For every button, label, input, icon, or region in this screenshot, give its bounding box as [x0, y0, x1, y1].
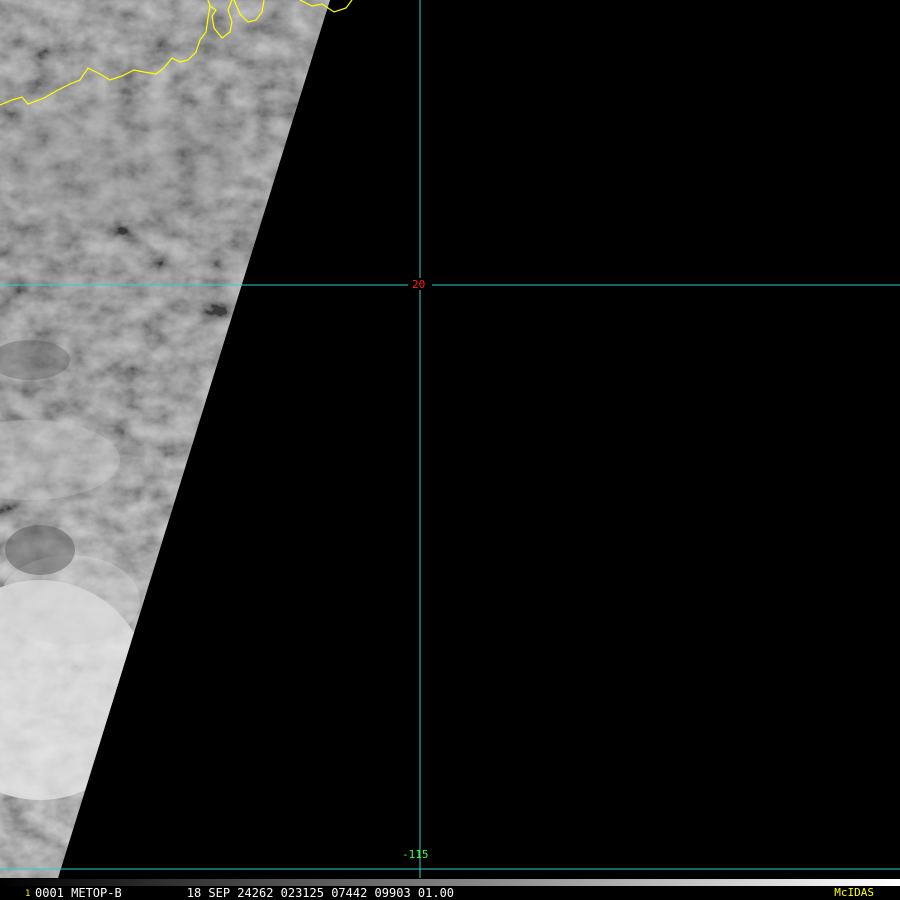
- satellite-image-frame: 20 -115 1 0001 METOP-B 18 SEP 24262 0231…: [0, 0, 900, 900]
- satellite-swath: [0, 0, 330, 878]
- image-info-text: 0001 METOP-B 18 SEP 24262 023125 07442 0…: [35, 886, 455, 900]
- status-bar: 1 0001 METOP-B 18 SEP 24262 023125 07442…: [0, 886, 900, 900]
- frame-number: 1: [25, 889, 31, 899]
- mcidas-brand: McIDAS: [834, 886, 874, 899]
- latitude-label: 20: [412, 278, 425, 291]
- longitude-label: -115: [402, 848, 429, 861]
- satellite-map: 20 -115: [0, 0, 900, 878]
